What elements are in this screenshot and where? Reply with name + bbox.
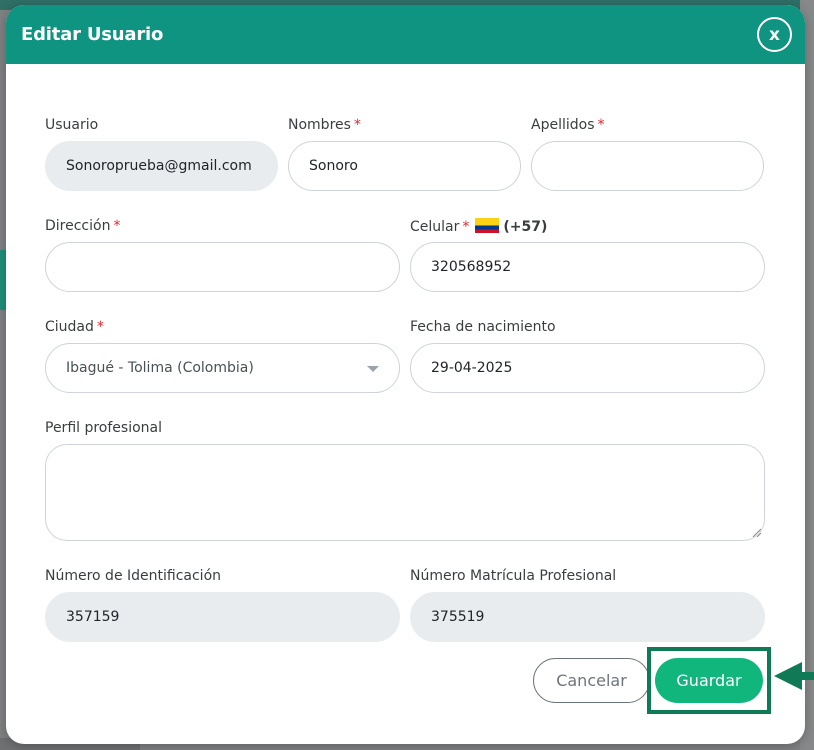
apellidos-input[interactable] [531,141,764,191]
celular-input[interactable]: 320568952 [410,242,765,292]
edit-user-modal: Editar Usuario x Usuario Sonoroprueba@gm… [6,5,805,744]
resize-grip-icon[interactable] [751,527,761,537]
direccion-input[interactable] [45,242,400,292]
nombres-input[interactable]: Sonoro [288,141,521,191]
celular-label-text: Celular [410,219,460,235]
celular-label: Celular * (+57) [410,218,547,235]
fecha-nacimiento-label-text: Fecha de nacimiento [410,319,556,335]
perfil-profesional-label-text: Perfil profesional [45,420,163,436]
colombia-flag-icon [475,218,500,233]
close-icon: x [769,24,780,45]
usuario-field: Sonoroprueba@gmail.com [45,141,278,191]
chevron-down-icon [367,366,379,372]
numero-matricula-value: 375519 [431,609,485,625]
apellidos-required-mark: * [597,117,605,133]
ciudad-required-mark: * [96,319,104,335]
direccion-label: Dirección * [45,218,120,234]
usuario-label-text: Usuario [45,117,99,133]
numero-identificacion-label: Número de Identificación [45,568,221,584]
celular-value: 320568952 [431,259,512,275]
fecha-nacimiento-label: Fecha de nacimiento [410,319,556,335]
fecha-nacimiento-input[interactable]: 29-04-2025 [410,343,765,393]
numero-matricula-label: Número Matrícula Profesional [410,568,616,584]
numero-identificacion-value: 357159 [66,609,120,625]
fecha-nacimiento-value: 29-04-2025 [431,360,513,376]
ciudad-label: Ciudad * [45,319,104,335]
nombres-value: Sonoro [309,158,358,174]
nombres-label: Nombres * [288,117,361,133]
usuario-value: Sonoroprueba@gmail.com [66,158,252,174]
perfil-profesional-label: Perfil profesional [45,420,162,436]
ciudad-label-text: Ciudad [45,319,94,335]
direccion-label-text: Dirección [45,218,111,234]
ciudad-value: Ibagué - Tolima (Colombia) [66,360,254,376]
apellidos-label: Apellidos * [531,117,605,133]
perfil-profesional-textarea[interactable] [45,444,765,541]
numero-matricula-label-text: Número Matrícula Profesional [410,568,617,584]
save-button[interactable]: Guardar [655,658,763,703]
numero-matricula-field: 375519 [410,592,765,642]
numero-identificacion-field: 357159 [45,592,400,642]
country-code: (+57) [503,219,548,235]
close-button[interactable]: x [757,17,792,52]
usuario-label: Usuario [45,117,98,133]
modal-header: Editar Usuario x [6,5,805,64]
direccion-required-mark: * [113,218,121,234]
nombres-required-mark: * [353,117,361,133]
numero-identificacion-label-text: Número de Identificación [45,568,222,584]
modal-title: Editar Usuario [21,24,164,45]
nombres-label-text: Nombres [288,117,351,133]
celular-required-mark: * [462,219,470,235]
pointer-arrow-icon [774,662,814,690]
cancel-button[interactable]: Cancelar [533,658,650,703]
apellidos-label-text: Apellidos [531,117,595,133]
ciudad-select[interactable]: Ibagué - Tolima (Colombia) [45,343,400,393]
